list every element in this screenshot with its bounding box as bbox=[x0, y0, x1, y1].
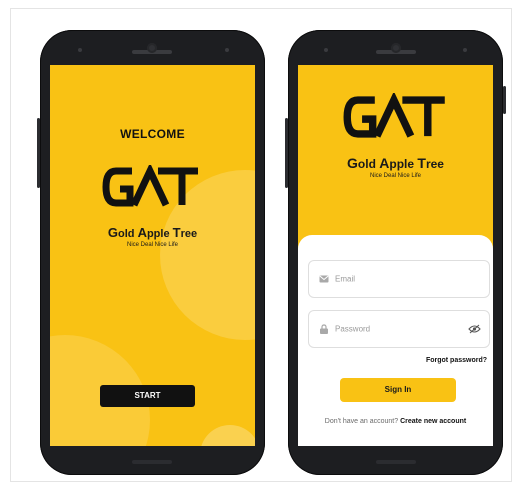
gat-logo bbox=[343, 93, 445, 138]
phone-login: Gold Apple Tree Nice Deal Nice Life Emai… bbox=[285, 30, 506, 475]
sensor-dot bbox=[225, 48, 229, 52]
create-account-link[interactable]: Create new account bbox=[400, 418, 466, 425]
email-placeholder: Email bbox=[335, 274, 356, 284]
camera-icon bbox=[391, 43, 401, 53]
sensor-dot bbox=[324, 48, 328, 52]
sign-in-button[interactable]: Sign In bbox=[340, 378, 456, 402]
brand-tagline: Nice Deal Nice Life bbox=[126, 242, 179, 248]
email-field[interactable]: Email bbox=[308, 260, 490, 298]
sensor-dot bbox=[78, 48, 82, 52]
volume-key bbox=[285, 118, 288, 188]
start-button[interactable]: START bbox=[100, 385, 195, 407]
power-key bbox=[503, 86, 506, 114]
mail-icon bbox=[319, 275, 329, 283]
splash-screen: WELCOME Gold Apple Tree Nice Deal Nice L… bbox=[50, 65, 255, 446]
lock-icon bbox=[320, 324, 328, 334]
password-placeholder: Password bbox=[335, 324, 371, 334]
forgot-password-link[interactable]: Forgot password? bbox=[426, 357, 487, 364]
decor-circle bbox=[200, 425, 255, 446]
volume-key bbox=[37, 118, 40, 188]
home-indicator bbox=[132, 460, 172, 464]
password-field[interactable]: Password bbox=[308, 310, 490, 348]
home-indicator bbox=[376, 460, 416, 464]
login-panel: Email Password Forgot password? Sign In … bbox=[298, 235, 493, 446]
login-screen: Gold Apple Tree Nice Deal Nice Life Emai… bbox=[298, 65, 493, 446]
eye-off-icon[interactable] bbox=[468, 324, 481, 334]
gat-logo bbox=[102, 165, 198, 207]
welcome-title: WELCOME bbox=[120, 127, 185, 141]
sensor-dot bbox=[463, 48, 467, 52]
phone-splash: WELCOME Gold Apple Tree Nice Deal Nice L… bbox=[37, 30, 265, 475]
camera-icon bbox=[147, 43, 157, 53]
brand-tagline: Nice Deal Nice Life bbox=[369, 173, 422, 179]
signup-prompt: Don't have an account? Create new accoun… bbox=[298, 418, 493, 425]
brand-name: Gold Apple Tree bbox=[107, 225, 198, 240]
brand-name: Gold Apple Tree bbox=[347, 155, 444, 171]
no-account-text: Don't have an account? bbox=[324, 418, 399, 425]
